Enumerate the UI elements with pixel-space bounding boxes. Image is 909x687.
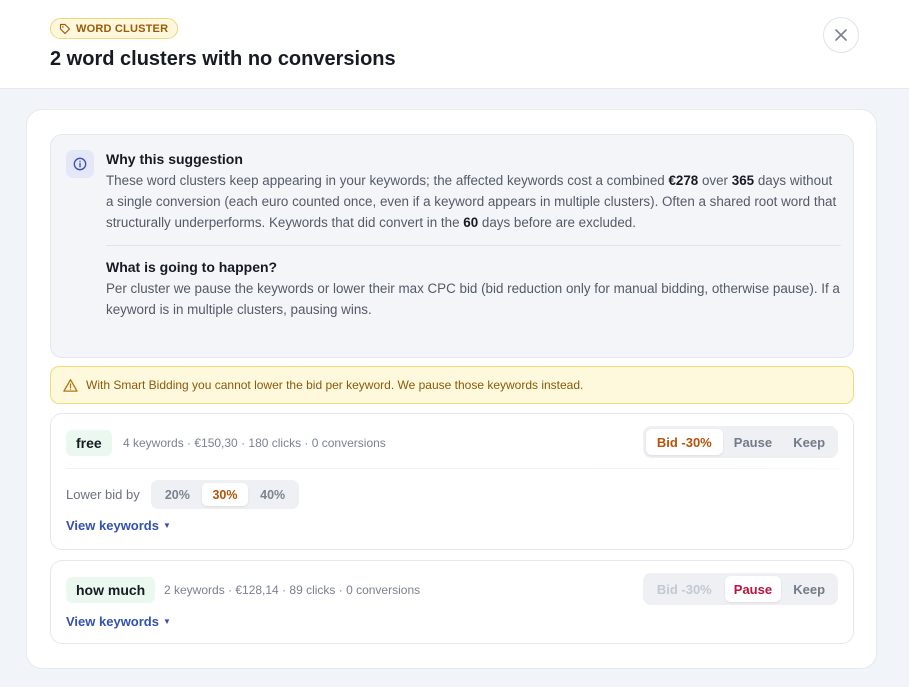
bid-option-40[interactable]: 40% xyxy=(249,483,296,506)
lower-bid-label: Lower bid by xyxy=(66,487,140,502)
close-button[interactable] xyxy=(823,17,859,53)
bid-percentage-selector: 20% 30% 40% xyxy=(151,480,299,509)
cluster-card: how much 2 keywords · €128,14 · 89 click… xyxy=(50,560,854,644)
close-icon xyxy=(835,29,847,41)
tag-icon xyxy=(59,23,71,34)
cluster-meta: 4 keywords · €150,30 · 180 clicks · 0 co… xyxy=(123,436,386,450)
warning-text: With Smart Bidding you cannot lower the … xyxy=(86,378,584,392)
view-keywords-link[interactable]: View keywords ▼ xyxy=(66,614,171,629)
dialog-title: 2 word clusters with no conversions xyxy=(50,48,396,70)
bid-option-20[interactable]: 20% xyxy=(154,483,201,506)
what-heading: What is going to happen? xyxy=(106,259,278,275)
info-divider xyxy=(106,245,841,246)
action-selector: Bid -30% Pause Keep xyxy=(643,573,838,605)
action-selector: Bid -30% Pause Keep xyxy=(643,426,838,458)
why-text: These word clusters keep appearing in yo… xyxy=(106,173,837,230)
suggestion-panel: Why this suggestion These word clusters … xyxy=(26,109,877,669)
pause-option[interactable]: Pause xyxy=(724,576,782,602)
view-keywords-link[interactable]: View keywords ▼ xyxy=(66,518,171,533)
why-heading: Why this suggestion xyxy=(106,151,243,167)
caret-down-icon: ▼ xyxy=(162,521,171,530)
cluster-name: how much xyxy=(66,577,156,603)
keep-option[interactable]: Keep xyxy=(783,429,835,455)
bid-reduce-option[interactable]: Bid -30% xyxy=(646,429,723,455)
bid-option-30[interactable]: 30% xyxy=(201,483,249,506)
info-box: Why this suggestion These word clusters … xyxy=(50,134,854,358)
keep-option[interactable]: Keep xyxy=(783,576,835,602)
warning-icon xyxy=(63,378,78,392)
smart-bidding-warning: With Smart Bidding you cannot lower the … xyxy=(50,366,854,404)
dialog-header: WORD CLUSTER 2 word clusters with no con… xyxy=(0,0,909,89)
cluster-divider xyxy=(66,468,839,469)
word-cluster-tag: WORD CLUSTER xyxy=(50,18,179,39)
info-icon xyxy=(66,150,94,178)
cluster-meta: 2 keywords · €128,14 · 89 clicks · 0 con… xyxy=(164,583,421,597)
bid-reduce-option[interactable]: Bid -30% xyxy=(646,576,723,602)
what-text: Per cluster we pause the keywords or low… xyxy=(106,281,840,317)
pause-option[interactable]: Pause xyxy=(725,429,782,455)
period-days: 365 xyxy=(731,173,755,188)
excluded-days: 60 xyxy=(463,215,479,230)
info-content: Why this suggestion These word clusters … xyxy=(106,150,841,320)
caret-down-icon: ▼ xyxy=(162,617,171,626)
combined-cost: €278 xyxy=(668,173,699,188)
tag-label: WORD CLUSTER xyxy=(76,22,169,35)
cluster-card: free 4 keywords · €150,30 · 180 clicks ·… xyxy=(50,413,854,550)
cluster-name: free xyxy=(66,430,112,456)
